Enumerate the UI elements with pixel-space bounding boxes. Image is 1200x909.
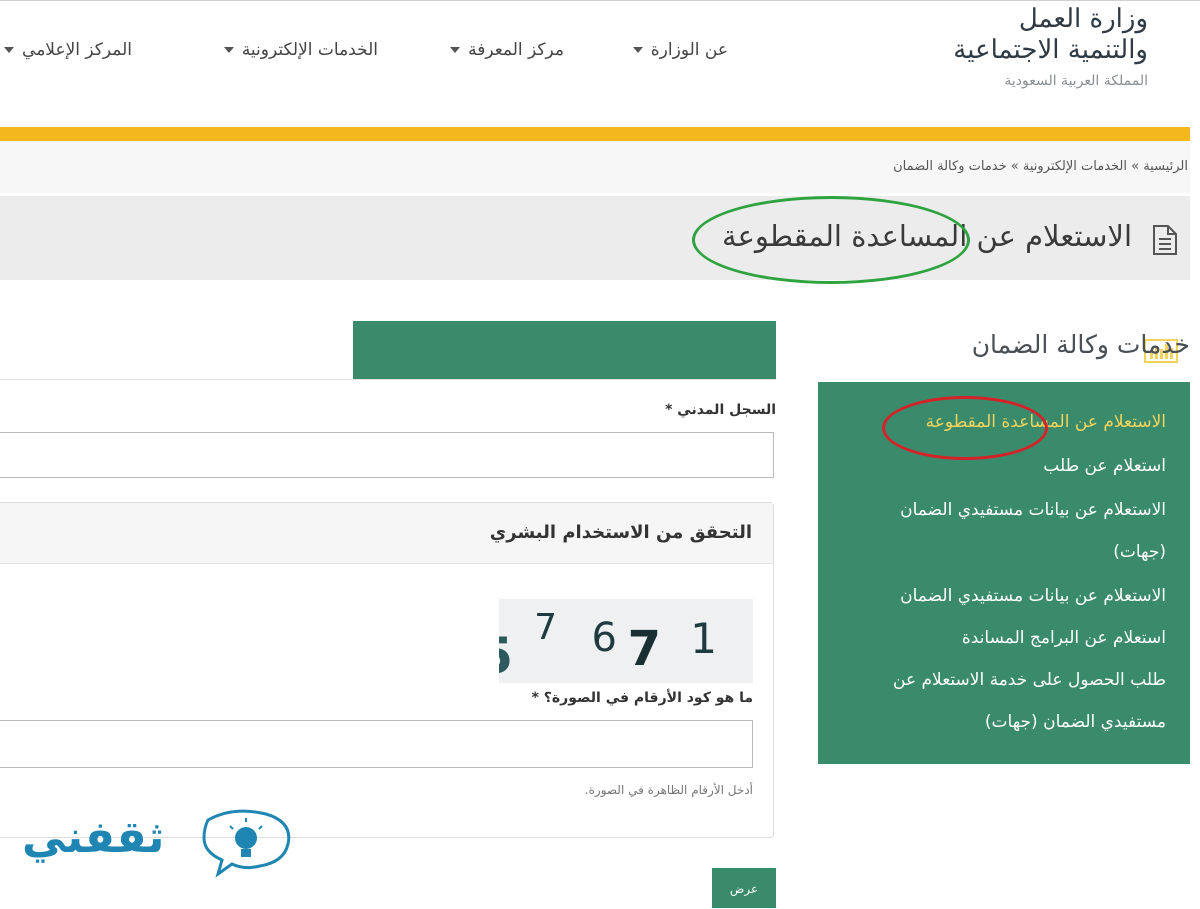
- sidebar-item-service-request-cont[interactable]: مستفيدي الضمان (جهات): [985, 712, 1166, 732]
- caret-down-icon: [4, 47, 15, 53]
- captcha-image: 5 7 6 7 1: [499, 599, 753, 683]
- document-icon: [1153, 225, 1177, 255]
- sidebar-item-beneficiary-data-entities-cont[interactable]: (جهات): [1113, 542, 1166, 562]
- ministry-logo[interactable]: وزارة العمل والتنمية الاجتماعية المملكة …: [953, 4, 1148, 94]
- captcha-digit-1: 5: [499, 627, 513, 683]
- stats-bar: [353, 321, 776, 379]
- header-accent-bar: [0, 127, 1190, 141]
- logo-line-2: والتنمية الاجتماعية: [953, 35, 1148, 65]
- sidebar-item-support-programs[interactable]: استعلام عن البرامج المساندة: [962, 628, 1166, 648]
- nav-label: مركز المعرفة: [468, 40, 564, 60]
- caret-down-icon: [223, 47, 234, 53]
- nav-media-center[interactable]: المركز الإعلامي: [4, 40, 132, 60]
- caret-down-icon: [450, 47, 461, 53]
- nav-about-ministry[interactable]: عن الوزارة: [632, 40, 728, 60]
- watermark-text: ثقفني: [22, 812, 165, 863]
- nav-knowledge-center[interactable]: مركز المعرفة: [450, 40, 564, 60]
- captcha-title: التحقق من الاستخدام البشري: [489, 522, 752, 543]
- content-divider: [0, 379, 776, 380]
- captcha-input[interactable]: [0, 720, 753, 768]
- captcha-hint: أدخل الأرقام الظاهرة في الصورة.: [584, 783, 753, 797]
- captcha-question: ما هو كود الأرقام في الصورة؟ *: [531, 690, 753, 706]
- sidebar-heading: خدمات وكالة الضمان: [971, 330, 1190, 359]
- submit-button[interactable]: عرض: [712, 868, 776, 908]
- nav-label: عن الوزارة: [650, 40, 728, 60]
- captcha-digit-3: 6: [592, 615, 617, 661]
- national-id-label: السجل المدني *: [665, 402, 776, 418]
- highlight-oval-red: [882, 396, 1048, 460]
- sidebar-item-beneficiary-data-entities[interactable]: الاستعلام عن بيانات مستفيدي الضمان: [900, 500, 1166, 520]
- nav-label: المركز الإعلامي: [22, 40, 132, 60]
- captcha-digit-4: 7: [628, 621, 661, 677]
- logo-line-3: المملكة العربية السعودية: [1004, 73, 1148, 89]
- captcha-digit-2: 7: [534, 607, 557, 648]
- captcha-digit-5: 1: [690, 614, 717, 663]
- logo-line-1: وزارة العمل: [1018, 4, 1148, 34]
- nav-e-services[interactable]: الخدمات الإلكترونية: [223, 40, 378, 60]
- stats-count: 934034: [790, 342, 850, 358]
- nav-label: الخدمات الإلكترونية: [241, 40, 378, 60]
- national-id-input[interactable]: [0, 432, 774, 478]
- sidebar-item-beneficiary-data[interactable]: الاستعلام عن بيانات مستفيدي الضمان: [900, 586, 1166, 606]
- caret-down-icon: [632, 47, 643, 53]
- highlight-oval-green: [692, 196, 970, 284]
- breadcrumb[interactable]: الرئيسية » الخدمات الإلكترونية » خدمات و…: [893, 159, 1188, 174]
- sidebar-item-service-request[interactable]: طلب الحصول على خدمة الاستعلام عن: [893, 670, 1166, 690]
- sidebar-item-request-inquiry[interactable]: استعلام عن طلب: [1043, 456, 1166, 476]
